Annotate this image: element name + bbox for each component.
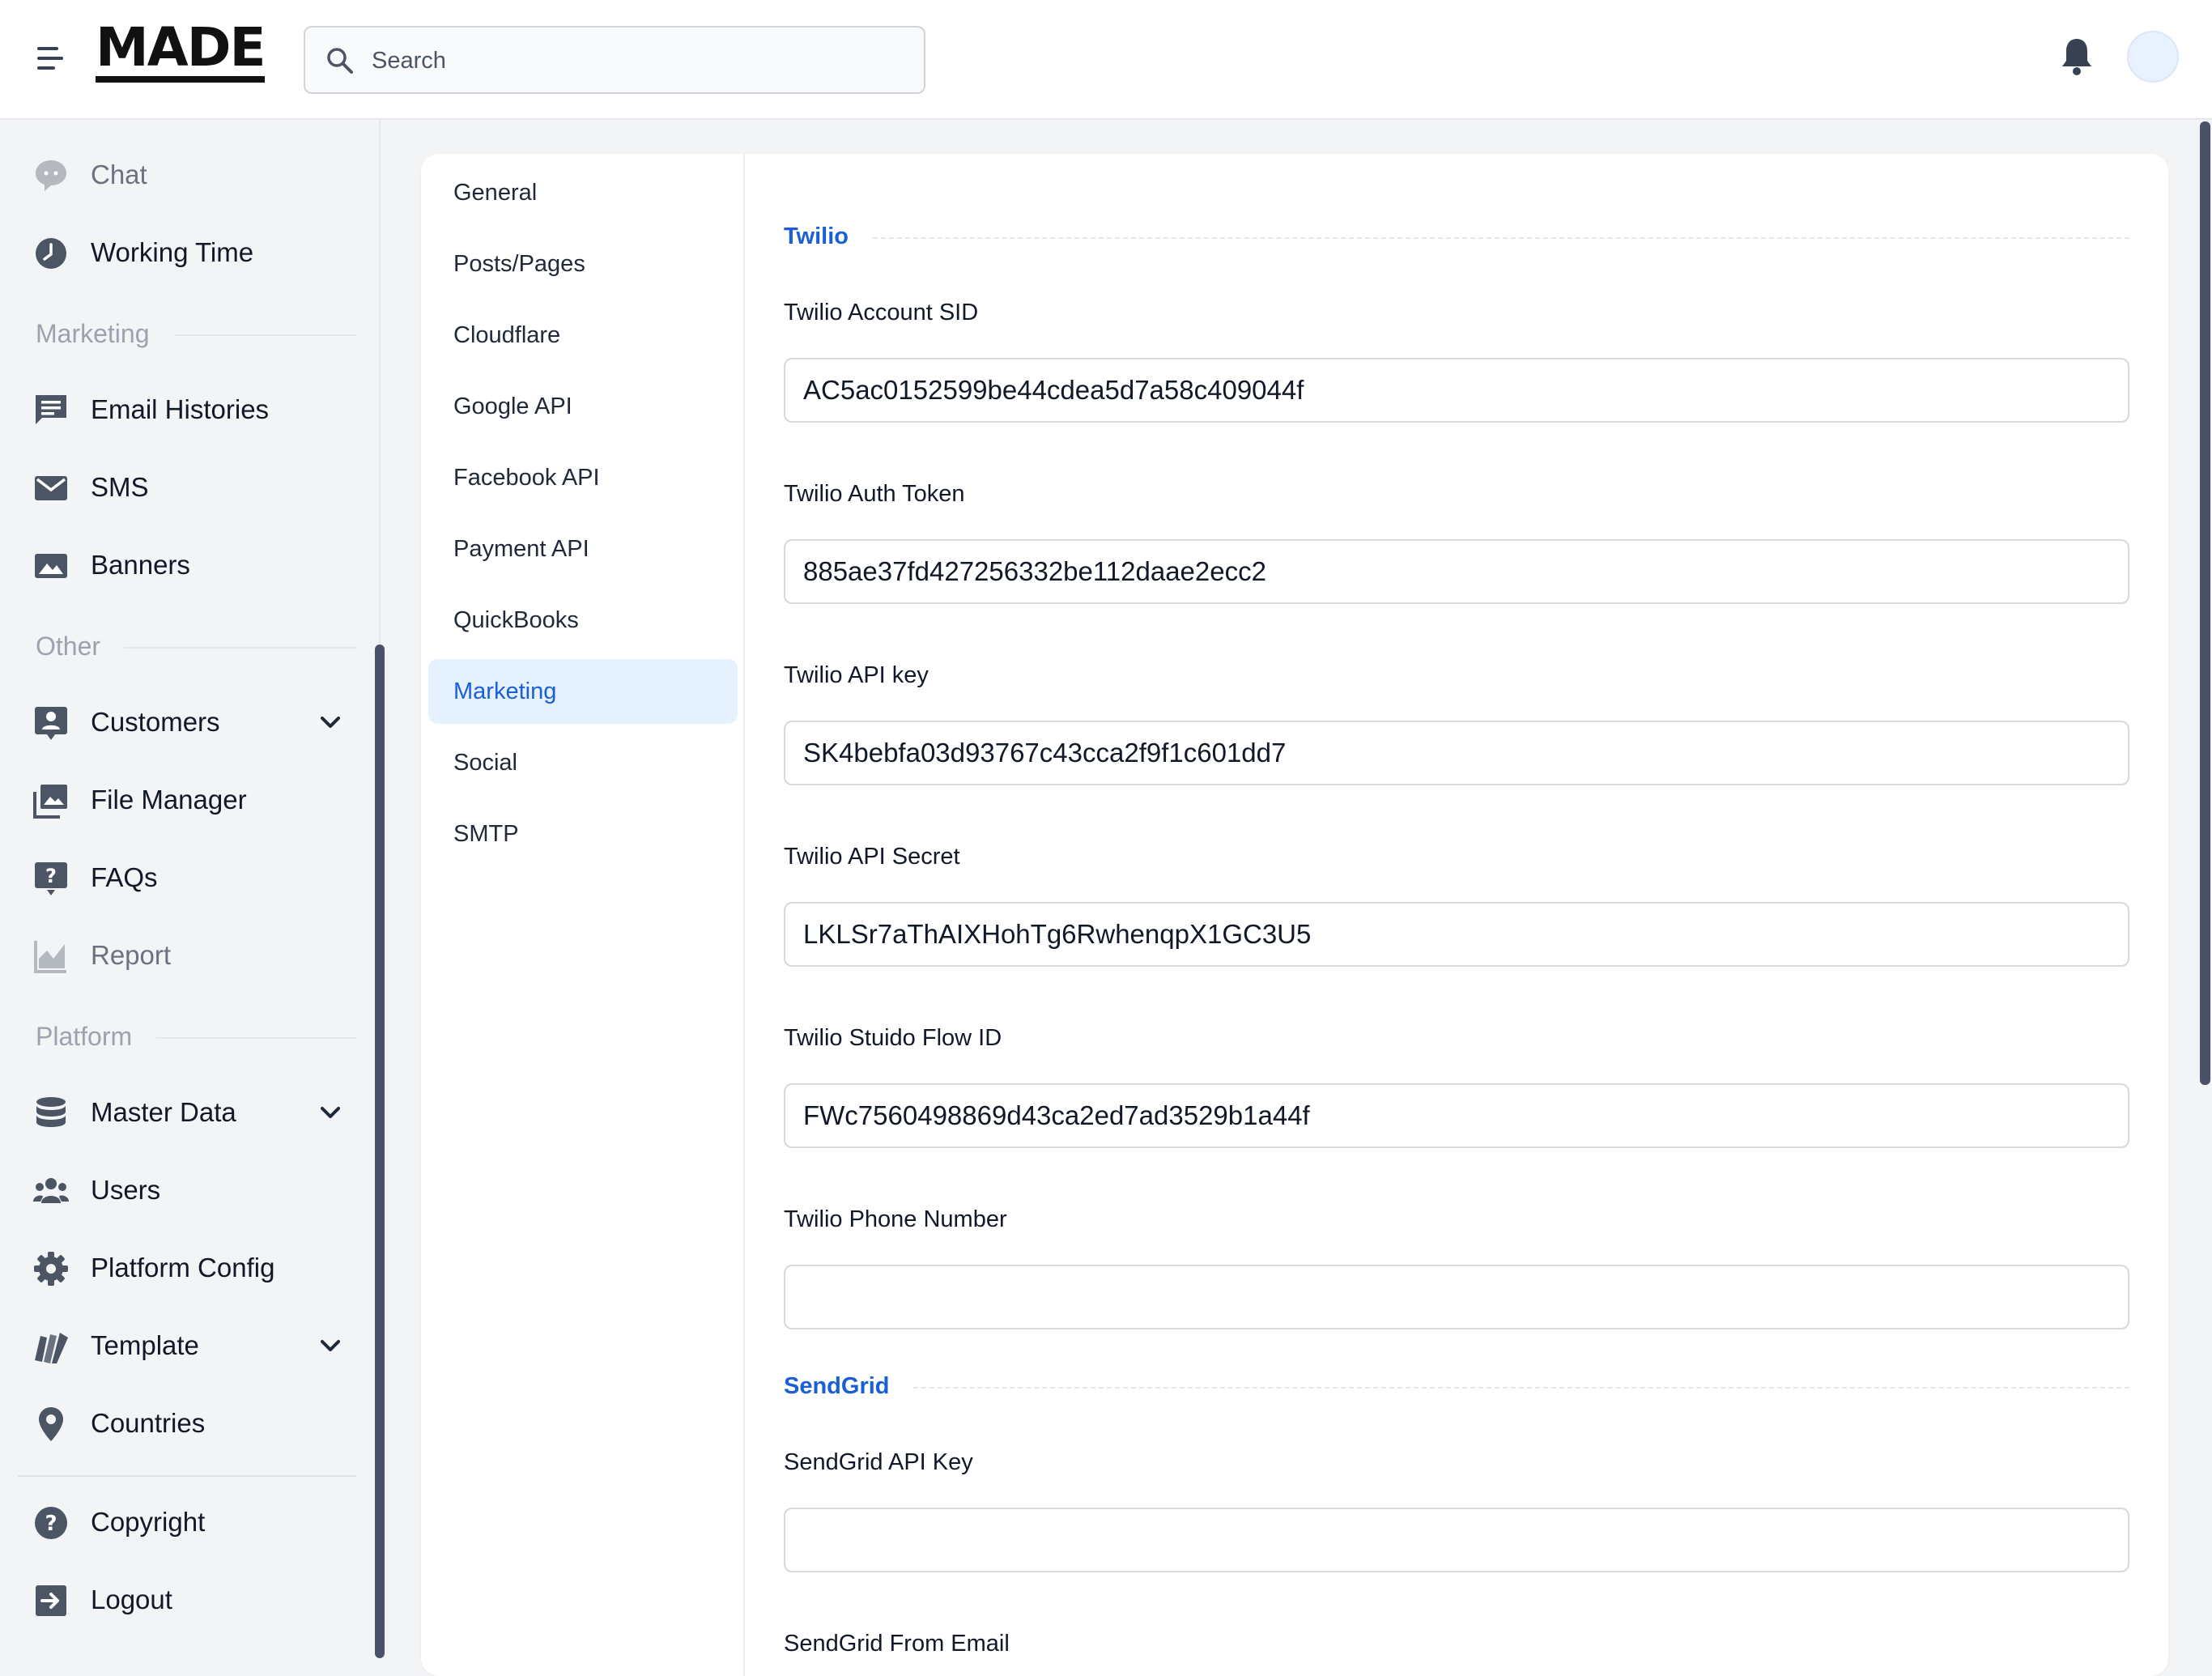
settings-tab-facebook-api[interactable]: Facebook API <box>428 445 738 510</box>
sidebar: Chat Working Time Marketing Email Histor… <box>0 120 385 1658</box>
sendgrid-api-key-input[interactable] <box>784 1508 2129 1572</box>
help-circle-icon: ? <box>35 1507 67 1539</box>
sidebar-item-label: Working Time <box>91 237 254 267</box>
search-box[interactable] <box>304 26 925 94</box>
sidebar-item-label: Users <box>91 1175 161 1205</box>
area-chart-icon <box>34 941 66 973</box>
question-badge-icon: ? <box>35 862 67 895</box>
sidebar-section-other: Other <box>36 628 356 664</box>
settings-tab-marketing[interactable]: Marketing <box>428 659 738 724</box>
twilio-api-secret-input[interactable] <box>784 902 2129 967</box>
chat-bubble-icon <box>36 160 66 191</box>
hamburger-menu-icon[interactable] <box>32 40 68 76</box>
brand-logo[interactable]: MADE <box>96 21 266 83</box>
mail-icon <box>35 476 67 500</box>
sidebar-item-copyright[interactable]: ? Copyright <box>0 1483 364 1561</box>
sidebar-item-label: Logout <box>91 1585 172 1614</box>
sidebar-item-banners[interactable]: Banners <box>0 526 364 604</box>
settings-tab-posts-pages[interactable]: Posts/Pages <box>428 232 738 296</box>
twilio-api-key-input[interactable] <box>784 721 2129 785</box>
database-icon <box>36 1097 66 1127</box>
twilio-api-secret-label: Twilio API Secret <box>784 844 960 870</box>
sendgrid-api-key-label: SendGrid API Key <box>784 1449 973 1475</box>
sidebar-item-label: SMS <box>91 472 149 502</box>
sidebar-item-label: Report <box>91 940 172 970</box>
settings-card: General Posts/Pages Cloudflare Google AP… <box>421 154 2168 1676</box>
logout-icon <box>36 1585 66 1616</box>
twilio-phone-number-input[interactable] <box>784 1265 2129 1329</box>
top-header: MADE <box>0 0 2212 120</box>
chevron-down-icon[interactable] <box>317 1333 343 1359</box>
gear-icon <box>34 1252 68 1286</box>
settings-tab-cloudflare[interactable]: Cloudflare <box>428 303 738 368</box>
sidebar-item-countries[interactable]: Countries <box>0 1385 364 1462</box>
settings-tab-general[interactable]: General <box>428 160 738 225</box>
sendgrid-section-title: SendGrid <box>784 1368 2129 1404</box>
settings-tab-quickbooks[interactable]: QuickBooks <box>428 588 738 653</box>
search-icon <box>327 48 353 74</box>
sidebar-item-label: File Manager <box>91 785 247 815</box>
twilio-account-sid-label: Twilio Account SID <box>784 300 979 325</box>
twilio-auth-token-input[interactable] <box>784 539 2129 604</box>
twilio-account-sid-input[interactable] <box>784 358 2129 423</box>
map-pin-icon <box>39 1407 63 1441</box>
twilio-auth-token-label: Twilio Auth Token <box>784 481 965 507</box>
twilio-section-title: Twilio <box>784 219 2129 254</box>
sidebar-item-label: Customers <box>91 707 220 737</box>
twilio-studio-flow-label: Twilio Stuido Flow ID <box>784 1025 1002 1051</box>
image-icon <box>35 554 67 578</box>
sidebar-item-label: FAQs <box>91 862 158 892</box>
sidebar-item-working-time[interactable]: Working Time <box>0 214 364 291</box>
twilio-studio-flow-input[interactable] <box>784 1083 2129 1148</box>
twilio-api-key-label: Twilio API key <box>784 662 929 688</box>
sidebar-item-faqs[interactable]: ? FAQs <box>0 839 364 917</box>
sidebar-item-master-data[interactable]: Master Data <box>0 1074 364 1151</box>
sidebar-item-label: Copyright <box>91 1507 206 1537</box>
users-icon <box>33 1178 69 1203</box>
sidebar-item-label: Banners <box>91 550 190 580</box>
svg-text:?: ? <box>45 1512 57 1536</box>
sidebar-item-customers[interactable]: Customers <box>0 683 364 761</box>
sidebar-section-marketing: Marketing <box>36 316 356 351</box>
sidebar-section-platform: Platform <box>36 1019 356 1054</box>
customer-icon <box>35 707 67 740</box>
sidebar-item-template[interactable]: Template <box>0 1307 364 1385</box>
sidebar-item-label: Email Histories <box>91 394 270 424</box>
user-avatar[interactable] <box>2127 31 2179 83</box>
sendgrid-from-email-label: SendGrid From Email <box>784 1631 1010 1657</box>
sidebar-item-label: Platform Config <box>91 1253 275 1283</box>
sidebar-item-label: Chat <box>91 160 147 189</box>
clock-icon <box>36 238 66 269</box>
chevron-down-icon[interactable] <box>317 709 343 735</box>
gallery-icon <box>33 785 67 819</box>
settings-tab-smtp[interactable]: SMTP <box>428 802 738 866</box>
notification-bell-icon[interactable] <box>2059 36 2095 82</box>
page-scrollbar[interactable] <box>2200 121 2210 1085</box>
sidebar-item-platform-config[interactable]: Platform Config <box>0 1229 364 1307</box>
sidebar-item-label: Countries <box>91 1408 206 1438</box>
swatch-icon <box>35 1333 68 1363</box>
sidebar-item-logout[interactable]: Logout <box>0 1561 364 1639</box>
sidebar-item-label: Master Data <box>91 1097 236 1127</box>
sidebar-divider <box>18 1475 356 1477</box>
search-input[interactable] <box>370 28 908 94</box>
sidebar-item-file-manager[interactable]: File Manager <box>0 761 364 839</box>
settings-subnav: General Posts/Pages Cloudflare Google AP… <box>421 154 745 1676</box>
chevron-down-icon[interactable] <box>317 1100 343 1125</box>
svg-text:?: ? <box>45 865 57 887</box>
sidebar-item-label: Template <box>91 1330 199 1360</box>
sidebar-item-users[interactable]: Users <box>0 1151 364 1229</box>
sidebar-item-sms[interactable]: SMS <box>0 449 364 526</box>
sidebar-scrollbar[interactable] <box>375 644 385 1658</box>
message-icon <box>36 395 66 424</box>
sidebar-item-email-histories[interactable]: Email Histories <box>0 371 364 449</box>
settings-tab-google-api[interactable]: Google API <box>428 374 738 439</box>
twilio-phone-number-label: Twilio Phone Number <box>784 1206 1007 1232</box>
sidebar-item-chat[interactable]: Chat <box>0 136 364 214</box>
settings-tab-social[interactable]: Social <box>428 730 738 795</box>
sidebar-item-report[interactable]: Report <box>0 917 364 994</box>
settings-tab-payment-api[interactable]: Payment API <box>428 517 738 581</box>
